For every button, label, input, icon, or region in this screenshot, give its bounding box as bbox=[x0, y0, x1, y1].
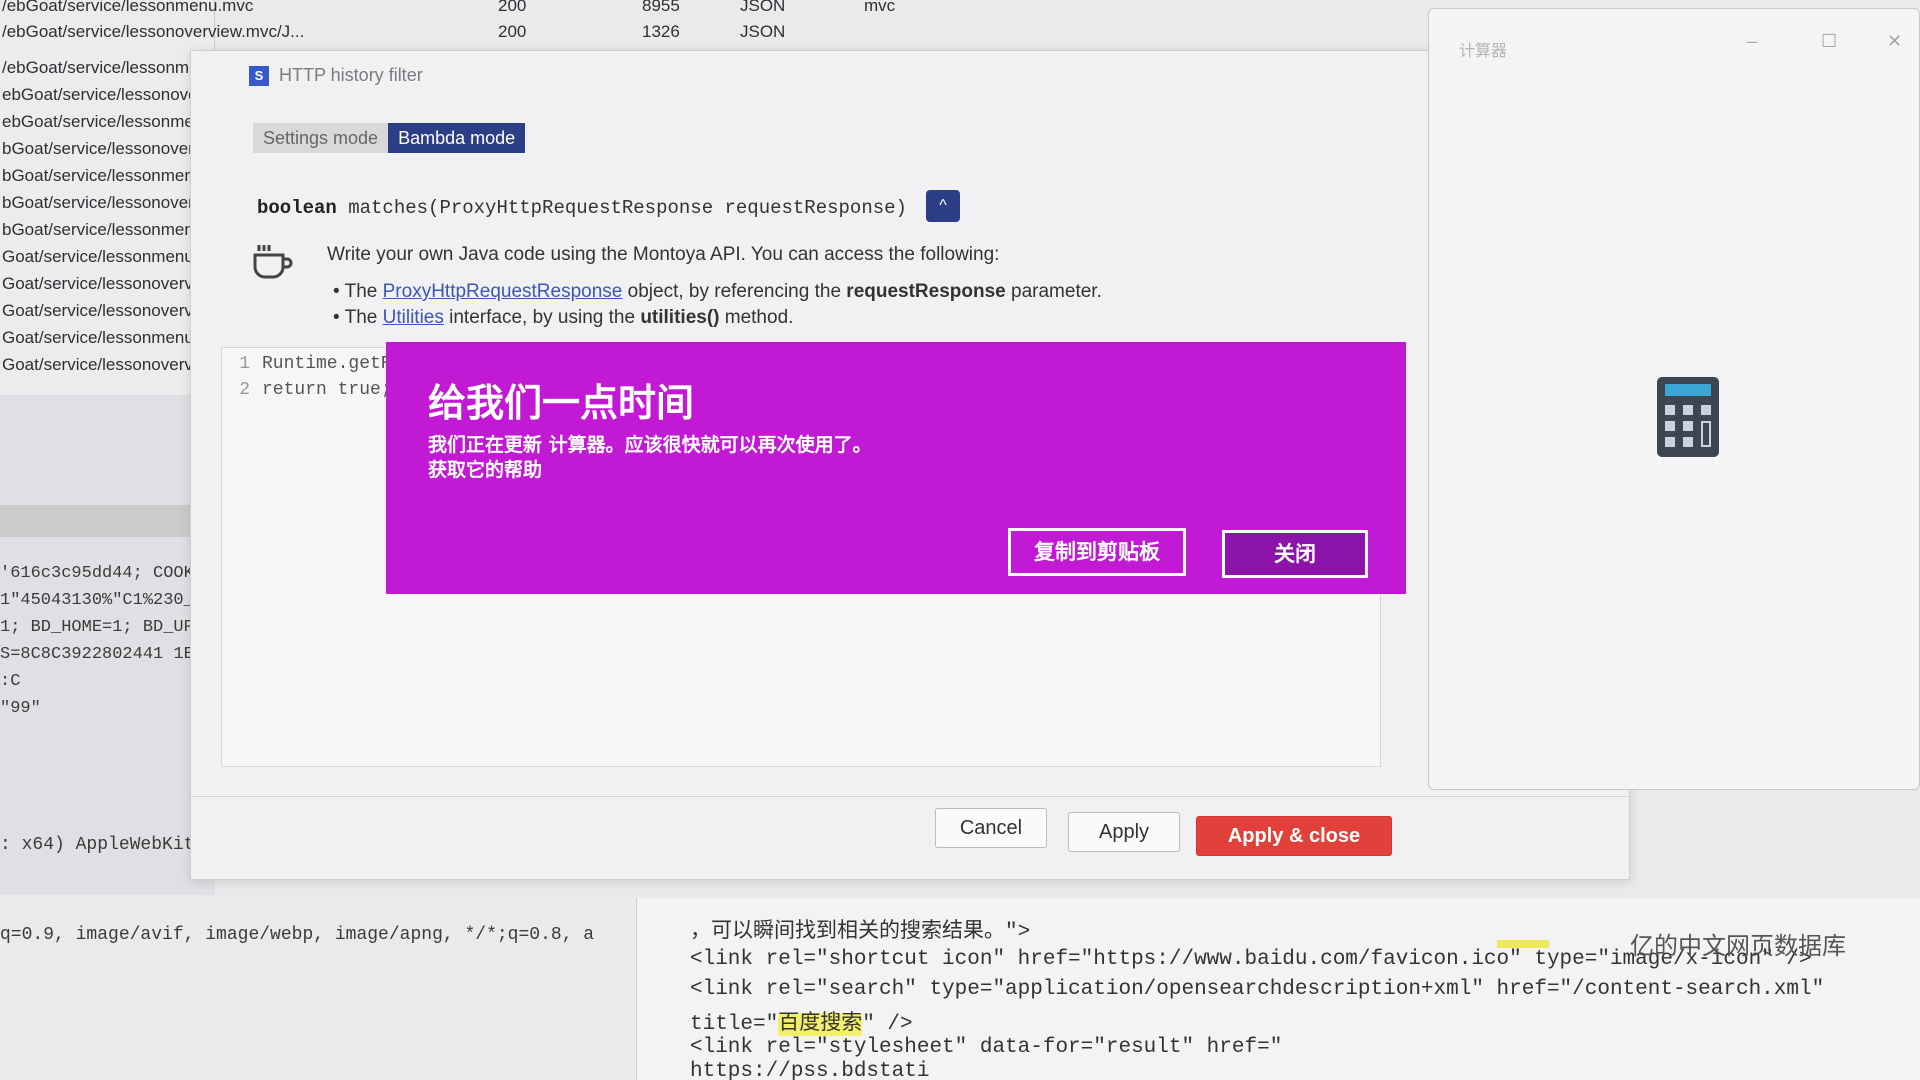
coffee-cup-icon bbox=[253, 245, 293, 279]
history-mime: JSON bbox=[740, 22, 786, 41]
method-signature: boolean matches(ProxyHttpRequestResponse… bbox=[257, 197, 907, 219]
footer-separator bbox=[191, 796, 1629, 797]
source-line: ，可以瞬间找到相关的搜索结果。"> bbox=[690, 921, 1031, 944]
page-description-text: 亿的中文网页数据库 bbox=[1630, 932, 1846, 960]
history-row[interactable]: Goat/service/lessonoverview bbox=[0, 351, 214, 378]
bullet-text: method. bbox=[719, 307, 794, 328]
history-row[interactable]: /ebGoat/service/lessonmenu.mv bbox=[0, 54, 214, 81]
user-agent-text: : x64) AppleWebKit bbox=[0, 835, 195, 855]
banner-close-button[interactable]: 关闭 bbox=[1222, 530, 1368, 578]
banner-message: 我们正在更新 计算器。应该很快就可以再次使用了。 bbox=[428, 434, 872, 456]
code-text: return true; bbox=[262, 380, 392, 400]
get-help-link[interactable]: 获取它的帮助 bbox=[428, 455, 542, 482]
cancel-button[interactable]: Cancel bbox=[935, 808, 1047, 848]
bullet-text: parameter. bbox=[1005, 281, 1102, 302]
source-text: " /> bbox=[862, 1013, 913, 1036]
bullet-text: The bbox=[344, 281, 383, 302]
calculator-title: 计算器 bbox=[1459, 43, 1508, 60]
source-line: <link rel="search" type="application/ope… bbox=[690, 978, 1825, 1001]
history-ext: mvc bbox=[864, 0, 896, 15]
source-line: <link rel="stylesheet" data-for="result"… bbox=[690, 1036, 1283, 1059]
proxy-http-request-response-link[interactable]: ProxyHttpRequestResponse bbox=[383, 281, 623, 302]
history-row[interactable]: bGoat/service/lessonmenu.mv bbox=[0, 162, 214, 189]
history-row[interactable]: bGoat/service/lessonoverview bbox=[0, 189, 214, 216]
banner-title: 给我们一点时间 bbox=[428, 381, 695, 425]
proxy-history-list: /ebGoat/service/lessonmenu.mvebGoat/serv… bbox=[0, 0, 215, 395]
history-length: 1326 bbox=[642, 22, 680, 41]
code-text: Runtime.getRu bbox=[262, 354, 403, 374]
signature-keyword: boolean bbox=[257, 197, 337, 219]
bullet-bold: requestResponse bbox=[846, 281, 1006, 302]
utilities-link[interactable]: Utilities bbox=[383, 307, 444, 328]
history-length: 8955 bbox=[642, 0, 680, 15]
calculator-window: 计算器 – ☐ ✕ bbox=[1428, 8, 1920, 790]
tab-bambda-mode[interactable]: Bambda mode bbox=[388, 123, 526, 153]
history-row[interactable]: ebGoat/service/lessonoverview bbox=[0, 81, 214, 108]
history-row[interactable]: /ebGoat/service/lessonmenu.mvc bbox=[2, 0, 253, 22]
dialog-title: HTTP history filter bbox=[279, 65, 423, 85]
line-number: 1 bbox=[239, 354, 250, 374]
history-status: 200 bbox=[498, 0, 527, 15]
source-line: https://pss.bdstati bbox=[690, 1060, 930, 1080]
bullet-text: interface, by using the bbox=[443, 307, 641, 328]
request-line: 1; BD_HOME=1; BD_UPN bbox=[0, 618, 205, 637]
request-line: "99" bbox=[0, 699, 41, 718]
apply-and-close-button[interactable]: Apply & close bbox=[1196, 816, 1392, 856]
collapse-button[interactable]: ^ bbox=[926, 190, 960, 222]
copy-to-clipboard-button[interactable]: 复制到剪贴板 bbox=[1008, 528, 1186, 576]
line-number: 2 bbox=[239, 380, 250, 400]
accept-header-text: q=0.9, image/avif, image/webp, image/apn… bbox=[0, 925, 595, 945]
signature-text: matches(ProxyHttpRequestResponse request… bbox=[336, 197, 907, 219]
code-line: 1 Runtime.getRu bbox=[222, 354, 402, 374]
panel-divider bbox=[0, 505, 205, 537]
request-line: S=8C8C3922802441 1E bbox=[0, 645, 194, 664]
history-mime: JSON bbox=[740, 0, 786, 15]
history-row[interactable]: bGoat/service/lessonmenu.mv bbox=[0, 216, 214, 243]
history-url: /ebGoat/service/lessonmenu.mvc bbox=[2, 0, 254, 15]
history-row[interactable]: Goat/service/lessonmenu.mv bbox=[0, 243, 214, 270]
history-row[interactable]: ebGoat/service/lessonmenu.mv bbox=[0, 108, 214, 135]
chevron-up-icon: ^ bbox=[939, 197, 947, 214]
request-text: '616c3c95dd44; COOKIE_ 1"45043130%"C1%23… bbox=[0, 560, 205, 722]
minimize-button[interactable]: – bbox=[1747, 31, 1757, 52]
apply-button[interactable]: Apply bbox=[1068, 812, 1180, 852]
maximize-button[interactable]: ☐ bbox=[1821, 31, 1837, 52]
burp-logo-icon: S bbox=[249, 65, 269, 86]
tab-settings-mode[interactable]: Settings mode bbox=[253, 123, 389, 153]
history-row[interactable]: bGoat/service/lessonoverview bbox=[0, 135, 214, 162]
code-line: 2 return true; bbox=[222, 380, 392, 400]
dialog-title-bar: S HTTP history filter bbox=[249, 65, 423, 86]
request-line: '616c3c95dd44; COOKIE_ bbox=[0, 564, 205, 583]
mode-tabs: Settings mode Bambda mode bbox=[253, 123, 526, 153]
close-window-button[interactable]: ✕ bbox=[1887, 31, 1902, 52]
bullet-bold: utilities() bbox=[640, 307, 720, 328]
calculator-icon bbox=[1657, 377, 1719, 457]
history-status: 200 bbox=[498, 22, 527, 41]
api-bullet: • The Utilities interface, by using the … bbox=[333, 307, 794, 328]
request-line: :C bbox=[0, 672, 21, 691]
calculator-update-banner: 给我们一点时间 我们正在更新 计算器。应该很快就可以再次使用了。 获取它的帮助 … bbox=[386, 342, 1406, 594]
source-line: title="百度搜索" /> bbox=[690, 1006, 913, 1036]
bambda-description: Write your own Java code using the Monto… bbox=[327, 244, 1000, 265]
highlighted-title: 百度搜索 bbox=[778, 1013, 863, 1036]
request-line: 1"45043130%"C1%230_ bbox=[0, 591, 194, 610]
search-highlight bbox=[1497, 940, 1549, 948]
history-row[interactable]: Goat/service/lessonoverview bbox=[0, 297, 214, 324]
bullet-text: The bbox=[344, 307, 383, 328]
bullet-text: object, by referencing the bbox=[622, 281, 847, 302]
history-url: /ebGoat/service/lessonoverview.mvc/J... bbox=[2, 22, 305, 41]
history-row[interactable]: /ebGoat/service/lessonoverview.mvc/J... bbox=[2, 22, 304, 48]
history-row[interactable]: Goat/service/lessonmenu.mv bbox=[0, 324, 214, 351]
api-bullet: • The ProxyHttpRequestResponse object, b… bbox=[333, 281, 1102, 302]
source-text: title=" bbox=[690, 1013, 779, 1036]
history-row[interactable]: Goat/service/lessonoverview bbox=[0, 270, 214, 297]
